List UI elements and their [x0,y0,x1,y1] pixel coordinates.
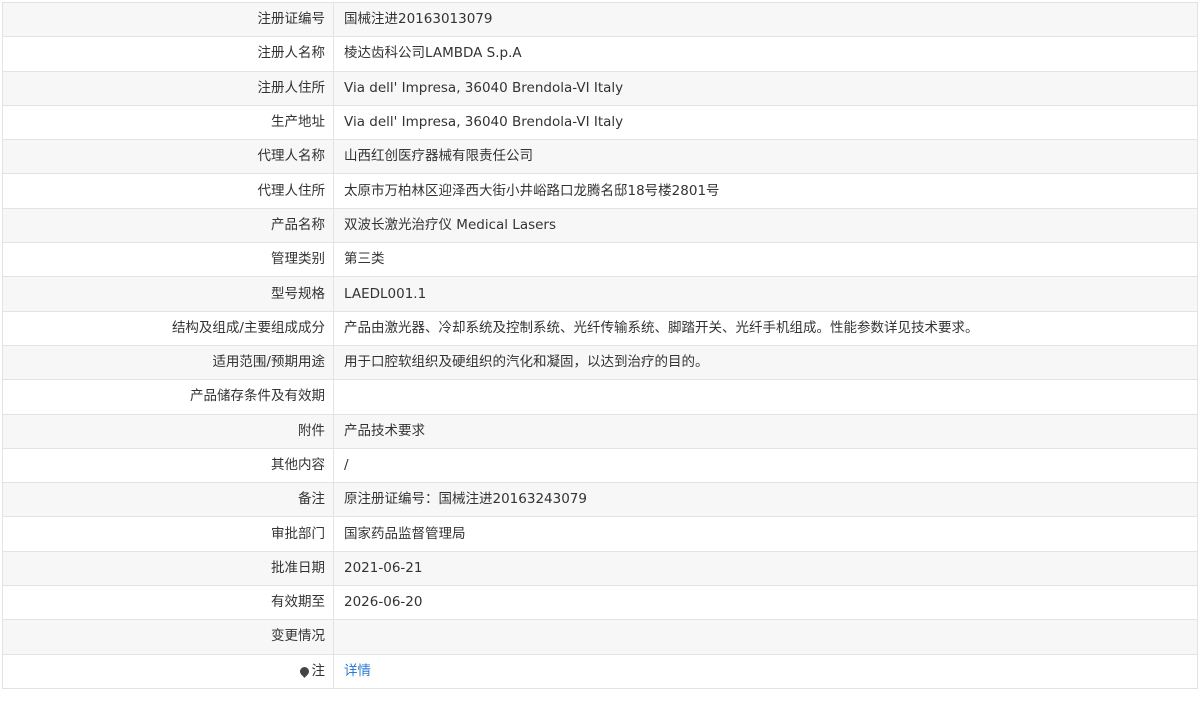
field-value: 棱达齿科公司LAMBDA S.p.A [333,36,1198,72]
field-label: 其他内容 [2,447,334,484]
field-label: 备注 [2,482,334,518]
field-label: 注册证编号 [2,1,334,38]
table-row: 管理类别 第三类 [2,242,1198,278]
table-row: 代理人住所 太原市万柏林区迎泽西大街小井峪路口龙腾名邸18号楼2801号 [2,173,1198,209]
table-body: 注册证编号 国械注进20163013079 注册人名称 棱达齿科公司LAMBDA S.… [2,1,1198,689]
field-label: 代理人名称 [2,139,334,175]
field-value: Via dell' Impresa, 36040 Brendola-VI Ita… [333,104,1198,141]
note-row: 注 详情 [2,653,1198,689]
table-row: 注册证编号 国械注进20163013079 [2,1,1198,38]
field-label: 注册人名称 [2,36,334,72]
table-row: 注册人住所 Via dell' Impresa, 36040 Brendola-V… [2,70,1198,106]
table-row: 有效期至 2026-06-20 [2,585,1198,621]
field-value: 用于口腔软组织及硬组织的汽化和凝固，以达到治疗的目的。 [333,344,1198,381]
table-row: 备注 原注册证编号：国械注进20163243079 [2,482,1198,518]
note-value-cell: 详情 [333,653,1198,689]
field-label: 产品储存条件及有效期 [2,379,334,415]
registration-detail-table: 注册证编号 国械注进20163013079 注册人名称 棱达齿科公司LAMBDA S.… [2,1,1198,689]
table-row: 结构及组成/主要组成成分 产品由激光器、冷却系统及控制系统、光纤传输系统、脚踏开关… [2,310,1198,346]
field-label: 结构及组成/主要组成成分 [2,310,334,346]
field-label: 审批部门 [2,516,334,552]
field-value: 原注册证编号：国械注进20163243079 [333,482,1198,518]
field-label: 注册人住所 [2,70,334,106]
field-value: 2021-06-21 [333,550,1198,587]
field-label: 管理类别 [2,242,334,278]
note-label-cell: 注 [2,653,334,689]
table-row: 代理人名称 山西红创医疗器械有限责任公司 [2,139,1198,175]
table-row: 注册人名称 棱达齿科公司LAMBDA S.p.A [2,36,1198,72]
field-value: LAEDL001.1 [333,276,1198,312]
field-value: / [333,447,1198,484]
field-value: 产品技术要求 [333,413,1198,449]
field-value: 第三类 [333,242,1198,278]
field-value: 双波长激光治疗仪 Medical Lasers [333,207,1198,244]
field-label: 代理人住所 [2,173,334,209]
field-value: 国械注进20163013079 [333,1,1198,38]
field-label: 产品名称 [2,207,334,244]
details-link[interactable]: 详情 [344,663,371,679]
note-label: 注 [311,662,326,679]
table-row: 产品储存条件及有效期 [2,379,1198,415]
field-label: 型号规格 [2,276,334,312]
field-label: 批准日期 [2,550,334,587]
table-row: 其他内容 / [2,447,1198,484]
field-value: 山西红创医疗器械有限责任公司 [333,139,1198,175]
field-label: 变更情况 [2,619,334,655]
table-row: 审批部门 国家药品监督管理局 [2,516,1198,552]
field-label: 生产地址 [2,104,334,141]
table-row: 产品名称 双波长激光治疗仪 Medical Lasers [2,207,1198,244]
field-value: 2026-06-20 [333,585,1198,621]
table-row: 附件 产品技术要求 [2,413,1198,449]
field-value: 太原市万柏林区迎泽西大街小井峪路口龙腾名邸18号楼2801号 [333,173,1198,209]
field-value: 国家药品监督管理局 [333,516,1198,552]
field-label: 有效期至 [2,585,334,621]
field-value [333,619,1198,655]
table-row: 变更情况 [2,619,1198,655]
field-label: 附件 [2,413,334,449]
table-row: 适用范围/预期用途 用于口腔软组织及硬组织的汽化和凝固，以达到治疗的目的。 [2,344,1198,381]
table-row: 型号规格 LAEDL001.1 [2,276,1198,312]
field-value: 产品由激光器、冷却系统及控制系统、光纤传输系统、脚踏开关、光纤手机组成。性能参数… [333,310,1198,346]
table-row: 批准日期 2021-06-21 [2,550,1198,587]
field-value: Via dell' Impresa, 36040 Brendola-VI Ita… [333,70,1198,106]
field-value [333,379,1198,415]
map-pin-icon [297,664,311,678]
table-row: 生产地址 Via dell' Impresa, 36040 Brendola-VI… [2,104,1198,141]
field-label: 适用范围/预期用途 [2,344,334,381]
